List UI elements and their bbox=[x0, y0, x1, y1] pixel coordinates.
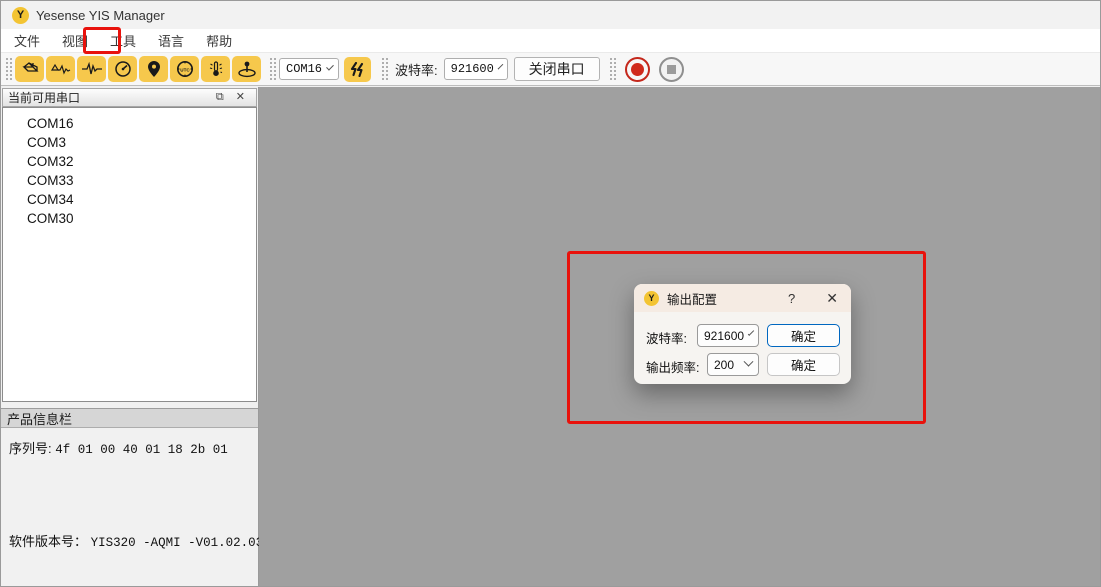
waveform-delta-icon[interactable] bbox=[46, 56, 75, 82]
port-list: COM16 COM3 COM32 COM33 COM34 COM30 bbox=[2, 107, 257, 402]
thermometer-icon[interactable] bbox=[201, 56, 230, 82]
dialog-baud-select[interactable]: 921600 bbox=[697, 324, 759, 347]
output-frequency-row: 输出频率: 200 确定 bbox=[634, 353, 851, 376]
list-item-port[interactable]: COM16 bbox=[3, 114, 256, 133]
serial-number-line: 序列号: 4f 01 00 40 01 18 2b 01 bbox=[9, 438, 228, 457]
port-select-value: COM16 bbox=[286, 62, 322, 76]
yesense-logo-icon: Y bbox=[12, 7, 29, 24]
close-serial-port-button[interactable]: 关闭串口 bbox=[514, 57, 600, 81]
toolbar-drag-handle[interactable] bbox=[5, 56, 12, 82]
product-info-area: 序列号: 4f 01 00 40 01 18 2b 01 软件版本号： YIS3… bbox=[1, 428, 258, 586]
dialog-frequency-select[interactable]: 200 bbox=[707, 353, 759, 376]
cube-3d-icon[interactable] bbox=[15, 56, 44, 82]
baud-rate-row: 波特率: 921600 确定 bbox=[634, 324, 851, 347]
menu-item-view[interactable]: 视图 bbox=[51, 28, 99, 53]
menu-item-file[interactable]: 文件 bbox=[3, 28, 51, 53]
window-title: Yesense YIS Manager bbox=[36, 8, 165, 23]
list-item-port[interactable]: COM32 bbox=[3, 152, 256, 171]
list-item-port[interactable]: COM34 bbox=[3, 190, 256, 209]
baud-rate-select[interactable]: 921600 bbox=[444, 58, 508, 80]
svg-text:UTC: UTC bbox=[180, 67, 190, 72]
dialog-baud-value: 921600 bbox=[704, 329, 744, 343]
ports-panel-header: 当前可用串口 ⧉ ✕ bbox=[2, 88, 257, 107]
app-window: Y Yesense YIS Manager 文件 视图 工具 语言 帮助 UTC bbox=[0, 0, 1101, 587]
serial-ports-panel: 当前可用串口 ⧉ ✕ COM16 COM3 COM32 COM33 COM34 … bbox=[1, 87, 259, 586]
toolbar-drag-handle[interactable] bbox=[381, 56, 388, 82]
baud-rate-value: 921600 bbox=[451, 62, 494, 76]
joystick-icon[interactable] bbox=[232, 56, 261, 82]
serial-number-label: 序列号: bbox=[9, 441, 52, 456]
float-panel-icon[interactable]: ⧉ bbox=[210, 92, 230, 103]
software-version-value: YIS320 -AQMI -V01.02.03; bbox=[91, 536, 271, 550]
help-icon[interactable]: ? bbox=[788, 291, 795, 306]
chevron-down-icon bbox=[744, 357, 754, 367]
waveform-pulse-icon[interactable] bbox=[77, 56, 106, 82]
yesense-logo-icon: Y bbox=[644, 291, 659, 306]
refresh-icon[interactable] bbox=[344, 57, 371, 82]
dialog-frequency-label: 输出频率: bbox=[646, 357, 699, 376]
product-info-title: 产品信息栏 bbox=[7, 409, 72, 428]
ports-panel-title: 当前可用串口 bbox=[8, 89, 210, 106]
menu-bar: 文件 视图 工具 语言 帮助 bbox=[1, 29, 1100, 53]
chevron-down-icon bbox=[748, 330, 754, 336]
chevron-down-icon bbox=[498, 63, 504, 69]
stop-icon[interactable] bbox=[659, 57, 684, 82]
location-pin-icon[interactable] bbox=[139, 56, 168, 82]
confirm-baud-button[interactable]: 确定 bbox=[767, 324, 840, 347]
close-panel-icon[interactable]: ✕ bbox=[230, 92, 251, 103]
dialog-title-bar[interactable]: Y 输出配置 ? ✕ bbox=[634, 284, 851, 312]
close-icon[interactable]: ✕ bbox=[826, 290, 838, 307]
software-version-line: 软件版本号： YIS320 -AQMI -V01.02.03; bbox=[9, 531, 271, 550]
dialog-baud-label: 波特率: bbox=[646, 328, 687, 347]
list-item-port[interactable]: COM30 bbox=[3, 209, 256, 228]
toolbar-drag-handle[interactable] bbox=[269, 56, 276, 82]
confirm-frequency-button[interactable]: 确定 bbox=[767, 353, 840, 376]
menu-item-tools[interactable]: 工具 bbox=[99, 28, 147, 53]
serial-number-value: 4f 01 00 40 01 18 2b 01 bbox=[55, 443, 228, 457]
baud-rate-label: 波特率: bbox=[395, 60, 438, 79]
dialog-title: 输出配置 bbox=[667, 289, 788, 308]
product-info-header: 产品信息栏 bbox=[1, 408, 258, 428]
toolbar-drag-handle[interactable] bbox=[609, 56, 616, 82]
record-icon[interactable] bbox=[625, 57, 650, 82]
utc-clock-icon[interactable]: UTC bbox=[170, 56, 199, 82]
list-item-port[interactable]: COM33 bbox=[3, 171, 256, 190]
chevron-down-icon bbox=[326, 62, 334, 70]
toolbar: UTC COM16 波特率: 921600 关闭串口 bbox=[1, 53, 1100, 86]
software-version-label: 软件版本号： bbox=[9, 534, 87, 549]
menu-item-help[interactable]: 帮助 bbox=[195, 28, 243, 53]
title-bar: Y Yesense YIS Manager bbox=[1, 1, 1100, 29]
gauge-icon[interactable] bbox=[108, 56, 137, 82]
menu-item-language[interactable]: 语言 bbox=[147, 28, 195, 53]
dialog-frequency-value: 200 bbox=[714, 358, 734, 372]
app-body: 当前可用串口 ⧉ ✕ COM16 COM3 COM32 COM33 COM34 … bbox=[1, 87, 1100, 586]
output-config-dialog: Y 输出配置 ? ✕ 波特率: 921600 确定 输出频率: 200 确定 bbox=[634, 284, 851, 384]
list-item-port[interactable]: COM3 bbox=[3, 133, 256, 152]
port-select[interactable]: COM16 bbox=[279, 58, 339, 80]
